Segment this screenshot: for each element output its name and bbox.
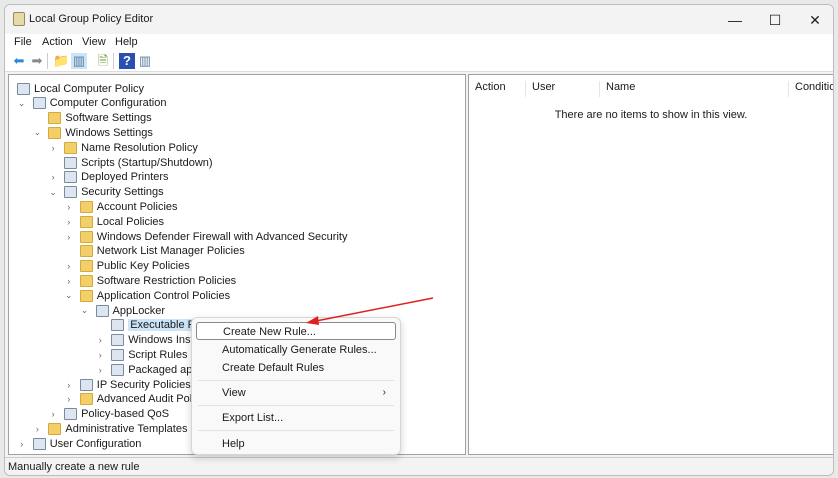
annotation-arrow [306,297,434,325]
